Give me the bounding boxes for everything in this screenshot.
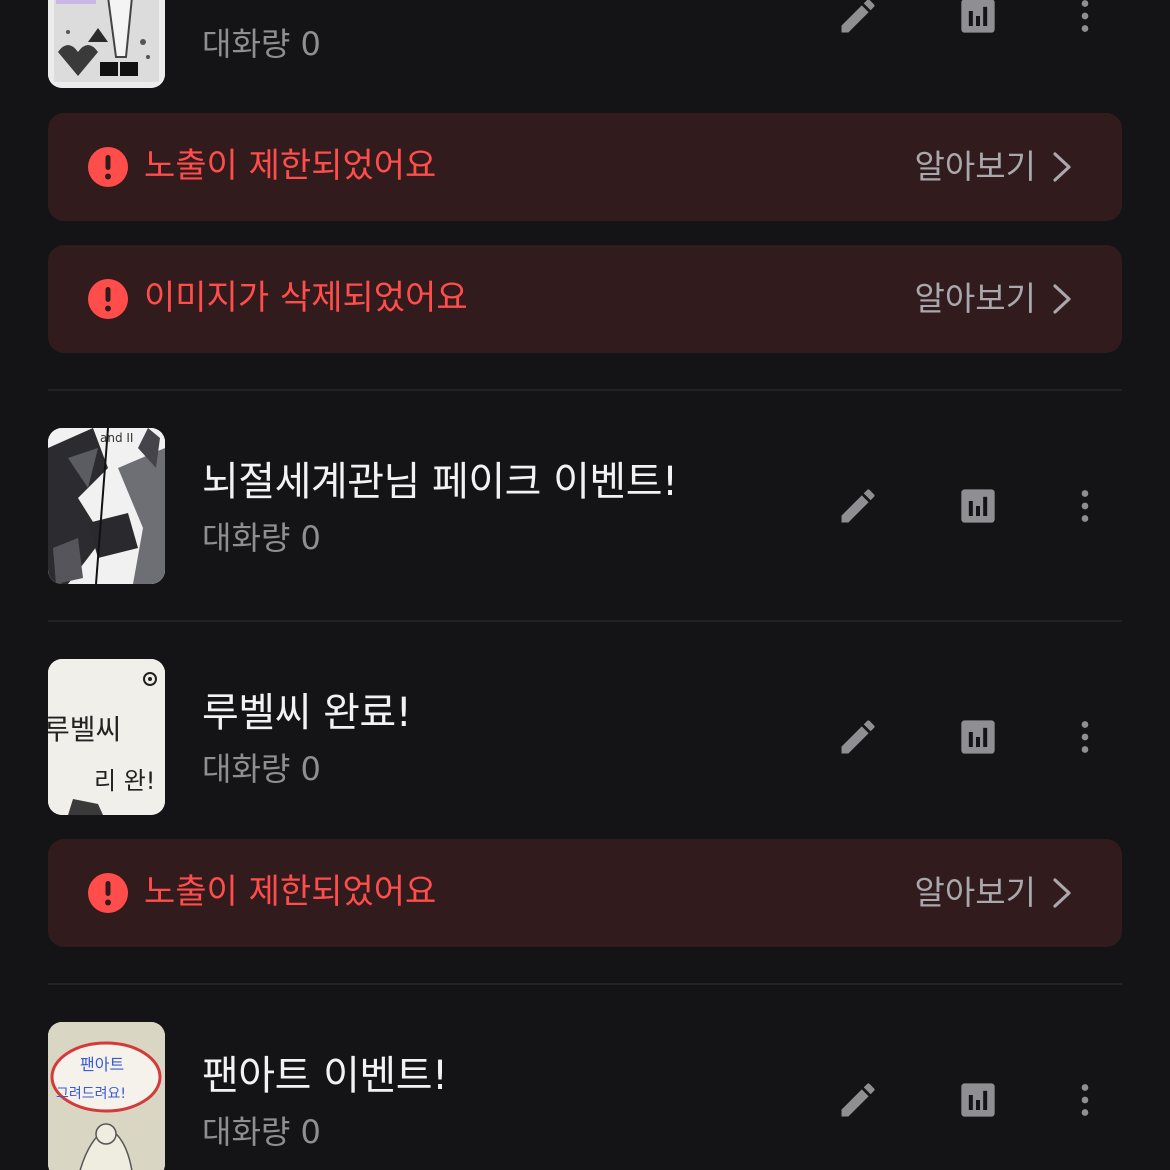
chat-count: 대화량 0	[202, 25, 321, 63]
learn-more-label: 알아보기	[914, 147, 1036, 186]
banner-message: 이미지가 삭제되었어요	[144, 278, 468, 318]
thumbnail-text: 리 완!	[94, 767, 155, 795]
chat-count: 대화량 0	[202, 1113, 321, 1151]
more-vertical-icon	[1081, 721, 1089, 753]
post-thumbnail	[48, 0, 165, 88]
divider	[48, 983, 1122, 985]
learn-more-label: 알아보기	[914, 873, 1036, 912]
chat-count: 대화량 0	[202, 519, 321, 557]
edit-button[interactable]	[828, 0, 888, 46]
more-vertical-icon	[1081, 490, 1089, 522]
stats-button[interactable]	[948, 0, 1008, 46]
chevron-right-icon	[1053, 152, 1071, 182]
divider	[48, 389, 1122, 391]
post-list-screen: 대화량 0 노출이 제한되었어요 알아보기 이미지가 삭제되었어요 알아보기 a…	[0, 0, 1170, 1170]
pencil-icon	[841, 0, 875, 33]
thumbnail-text: 그려드려요!	[56, 1086, 126, 1102]
banner-message: 노출이 제한되었어요	[144, 146, 437, 186]
thumbnail-text: 루벨씨	[48, 713, 121, 746]
list-item[interactable]: 팬아트 그려드려요! 팬아트 이벤트! 대화량 0	[48, 1022, 1122, 1170]
edit-button[interactable]	[828, 707, 888, 767]
pencil-icon	[841, 1083, 875, 1117]
bar-chart-icon	[961, 1083, 995, 1117]
more-vertical-icon	[1081, 0, 1089, 32]
more-vertical-icon	[1081, 1084, 1089, 1116]
post-title[interactable]: 팬아트 이벤트!	[202, 1052, 448, 1100]
banner-message: 노출이 제한되었어요	[144, 872, 437, 912]
stats-button[interactable]	[948, 707, 1008, 767]
more-options-button[interactable]	[1055, 476, 1115, 536]
pencil-icon	[841, 489, 875, 523]
post-title[interactable]: 루벨씨 완료!	[202, 689, 412, 737]
more-options-button[interactable]	[1055, 707, 1115, 767]
edit-button[interactable]	[828, 476, 888, 536]
list-item[interactable]: 대화량 0	[48, 0, 1122, 100]
divider	[48, 620, 1122, 622]
alert-circle-icon	[88, 147, 128, 187]
edit-button[interactable]	[828, 1070, 888, 1130]
stats-button[interactable]	[948, 1070, 1008, 1130]
thumbnail-text: and II	[100, 431, 133, 445]
pencil-icon	[841, 720, 875, 754]
learn-more-link[interactable]: 알아보기	[915, 870, 1074, 916]
learn-more-link[interactable]: 알아보기	[915, 276, 1074, 322]
post-thumbnail: and II	[48, 428, 165, 584]
alert-circle-icon	[88, 873, 128, 913]
bar-chart-icon	[961, 720, 995, 754]
bar-chart-icon	[961, 0, 995, 33]
restriction-banner[interactable]: 노출이 제한되었어요 알아보기	[48, 113, 1122, 221]
chevron-right-icon	[1053, 284, 1071, 314]
post-thumbnail: 팬아트 그려드려요!	[48, 1022, 165, 1170]
list-item[interactable]: and II 뇌절세계관님 페이크 이벤트! 대화량 0	[48, 428, 1122, 584]
chevron-right-icon	[1053, 878, 1071, 908]
learn-more-label: 알아보기	[914, 279, 1036, 318]
restriction-banner[interactable]: 노출이 제한되었어요 알아보기	[48, 839, 1122, 947]
chat-count: 대화량 0	[202, 750, 321, 788]
more-options-button[interactable]	[1055, 1070, 1115, 1130]
list-item[interactable]: 루벨씨 리 완! 루벨씨 완료! 대화량 0	[48, 659, 1122, 815]
image-deleted-banner[interactable]: 이미지가 삭제되었어요 알아보기	[48, 245, 1122, 353]
post-title[interactable]: 뇌절세계관님 페이크 이벤트!	[202, 458, 678, 506]
stats-button[interactable]	[948, 476, 1008, 536]
post-thumbnail: 루벨씨 리 완!	[48, 659, 165, 815]
alert-circle-icon	[88, 279, 128, 319]
learn-more-link[interactable]: 알아보기	[915, 144, 1074, 190]
more-options-button[interactable]	[1055, 0, 1115, 46]
bar-chart-icon	[961, 489, 995, 523]
thumbnail-text: 팬아트	[80, 1055, 124, 1074]
